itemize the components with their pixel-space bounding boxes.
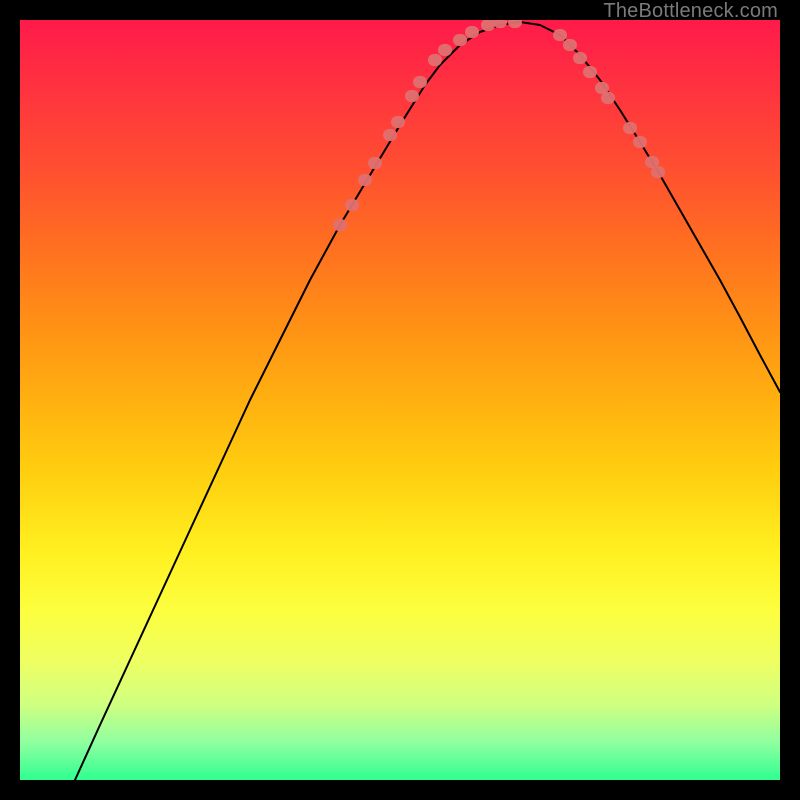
chart-svg xyxy=(20,20,780,780)
curve-line xyxy=(75,22,780,780)
highlight-dots xyxy=(333,20,665,231)
plot-area xyxy=(20,20,780,780)
watermark-text: TheBottleneck.com xyxy=(603,0,778,23)
chart-container: TheBottleneck.com xyxy=(0,0,800,800)
